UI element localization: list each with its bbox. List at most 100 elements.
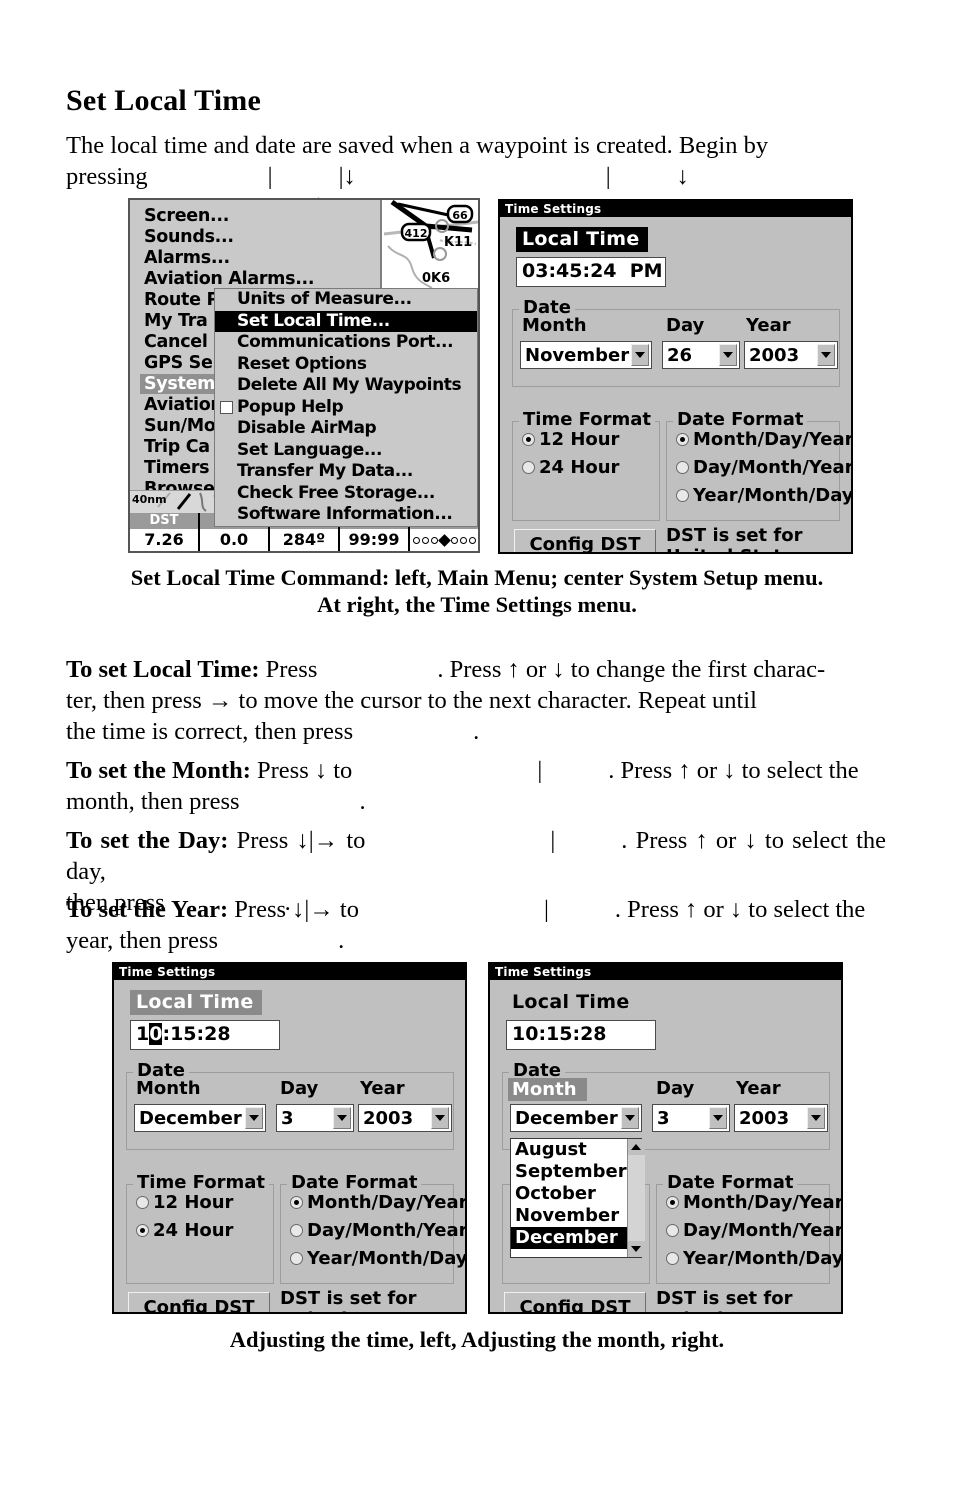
date-format-option-mdy-3[interactable]: Month/Day/Year	[666, 1192, 841, 1213]
menu-item-screen[interactable]: Screen...	[144, 206, 229, 226]
month-dropdown-scrollbar[interactable]	[626, 1139, 645, 1257]
radio-icon[interactable]	[522, 433, 535, 446]
time-settings-screenshot-1: Time Settings Local Time 03:45:24 PM Dat…	[498, 199, 853, 554]
radio-icon[interactable]	[290, 1224, 303, 1237]
month-dropdown-list[interactable]: August September October November Decemb…	[510, 1138, 645, 1258]
instruction-year-bar: |	[544, 896, 549, 923]
menu-item-route-planning[interactable]: Route P	[144, 290, 219, 310]
month-combo-value-2: December	[139, 1107, 242, 1129]
chevron-down-icon[interactable]	[817, 344, 835, 366]
radio-icon[interactable]	[290, 1196, 303, 1209]
intro-arrow2: ↓	[676, 163, 689, 190]
chevron-down-icon[interactable]	[245, 1107, 263, 1129]
day-combo-value-1: 26	[667, 344, 693, 366]
menu-item-aviation-alarms[interactable]: Aviation Alarms...	[144, 269, 315, 289]
month-option-november[interactable]: November	[511, 1205, 627, 1227]
popup-help-checkbox[interactable]	[220, 400, 233, 414]
radio-icon[interactable]	[136, 1224, 149, 1237]
menu-item-gps-setup[interactable]: GPS Se	[144, 353, 213, 373]
radio-icon[interactable]	[290, 1252, 303, 1265]
data-cell-dst: DST 7.26	[130, 513, 200, 551]
submenu-item-units-of-measure[interactable]: Units of Measure...	[215, 289, 477, 311]
svg-text:66: 66	[452, 209, 468, 222]
date-format-option-ymd-1[interactable]: Year/Month/Day	[676, 485, 851, 506]
radio-icon[interactable]	[676, 461, 689, 474]
date-format-option-dmy-2[interactable]: Day/Month/Year	[290, 1220, 465, 1241]
date-format-option-dmy-3[interactable]: Day/Month/Year	[666, 1220, 841, 1241]
day-combo-3[interactable]: 3	[652, 1104, 730, 1132]
radio-icon[interactable]	[522, 461, 535, 474]
scrollbar-track[interactable]	[627, 1155, 645, 1241]
scroll-down-arrow-icon[interactable]	[627, 1241, 645, 1257]
date-format-option-mdy-1[interactable]: Month/Day/Year	[676, 429, 851, 450]
menu-item-alarms[interactable]: Alarms...	[144, 248, 230, 268]
chevron-down-icon[interactable]	[807, 1107, 825, 1129]
menu-item-sounds[interactable]: Sounds...	[144, 227, 234, 247]
day-combo-2[interactable]: 3	[276, 1104, 354, 1132]
date-format-option-ymd-3[interactable]: Year/Month/Day	[666, 1248, 841, 1269]
month-option-september[interactable]: September	[511, 1161, 627, 1183]
submenu-item-set-language[interactable]: Set Language...	[215, 440, 477, 462]
time-format-option-12h-2[interactable]: 12 Hour	[136, 1192, 233, 1213]
year-combo-1[interactable]: 2003	[744, 341, 838, 369]
figure-1-caption-line1: Set Local Time Command: left, Main Menu;…	[130, 565, 824, 590]
radio-icon[interactable]	[666, 1252, 679, 1265]
year-combo-2[interactable]: 2003	[358, 1104, 452, 1132]
date-format-option-dmy-1[interactable]: Day/Month/Year	[676, 457, 853, 478]
time-format-option-12h-1[interactable]: 12 Hour	[522, 429, 619, 450]
time-format-option-24h-2[interactable]: 24 Hour	[136, 1220, 233, 1241]
menu-item-cancel[interactable]: Cancel	[144, 332, 208, 352]
month-label-1: Month	[522, 315, 587, 336]
local-time-field-1[interactable]: 03:45:24 PM	[516, 257, 666, 287]
month-option-october[interactable]: October	[511, 1183, 627, 1205]
date-format-option-mdy-2[interactable]: Month/Day/Year	[290, 1192, 465, 1213]
radio-icon[interactable]	[666, 1196, 679, 1209]
radio-icon[interactable]	[136, 1196, 149, 1209]
submenu-item-popup-help[interactable]: Popup Help	[215, 397, 477, 419]
chevron-down-icon[interactable]	[621, 1107, 639, 1129]
local-time-field-2[interactable]: 10:15:28	[130, 1020, 280, 1050]
day-combo-1[interactable]: 26	[662, 341, 740, 369]
menu-item-system-setup[interactable]: System	[140, 374, 220, 394]
month-option-august[interactable]: August	[511, 1139, 627, 1161]
config-dst-button-2[interactable]: Config DST	[128, 1292, 270, 1312]
submenu-item-set-local-time[interactable]: Set Local Time...	[215, 310, 477, 332]
menu-item-trip-calculator[interactable]: Trip Ca	[144, 437, 210, 457]
menu-item-timers[interactable]: Timers	[144, 458, 210, 478]
month-option-december[interactable]: December	[511, 1227, 627, 1249]
scroll-up-arrow-icon[interactable]	[627, 1139, 645, 1155]
chevron-down-icon[interactable]	[431, 1107, 449, 1129]
submenu-item-disable-airmap[interactable]: Disable AirMap	[215, 418, 477, 440]
chevron-down-icon[interactable]	[719, 344, 737, 366]
submenu-item-transfer-my-data[interactable]: Transfer My Data...	[215, 461, 477, 483]
config-dst-button-3[interactable]: Config DST	[504, 1292, 646, 1312]
menu-item-sun-moon[interactable]: Sun/Mo	[144, 416, 216, 436]
chevron-down-icon[interactable]	[333, 1107, 351, 1129]
radio-icon[interactable]	[666, 1224, 679, 1237]
time-format-option-24h-label-1: 24 Hour	[539, 457, 620, 478]
submenu-item-communications-port[interactable]: Communications Port...	[215, 332, 477, 354]
submenu-item-reset-options[interactable]: Reset Options	[215, 354, 477, 376]
month-combo-1[interactable]: November	[520, 341, 652, 369]
chevron-down-icon[interactable]	[631, 344, 649, 366]
config-dst-button-1[interactable]: Config DST	[514, 529, 656, 552]
date-format-option-ymd-label-2: Year/Month/Day	[307, 1248, 467, 1269]
year-combo-3[interactable]: 2003	[734, 1104, 828, 1132]
radio-icon[interactable]	[676, 489, 689, 502]
menu-item-my-trails[interactable]: My Tra	[144, 311, 208, 331]
radio-icon[interactable]	[676, 433, 689, 446]
time-format-label-2: Time Format	[133, 1172, 269, 1193]
date-format-option-ymd-2[interactable]: Year/Month/Day	[290, 1248, 467, 1269]
month-combo-3[interactable]: December	[510, 1104, 642, 1132]
local-time-field-3[interactable]: 10:15:28	[506, 1020, 656, 1050]
date-format-option-dmy-label-1: Day/Month/Year	[693, 457, 853, 478]
instruction-year-t1: Press ↓|→ to	[234, 896, 359, 923]
instruction-year-t2: . Press ↑ or ↓ to select the	[614, 896, 866, 923]
submenu-item-software-information[interactable]: Software Information...	[215, 504, 477, 526]
submenu-item-check-free-storage[interactable]: Check Free Storage...	[215, 483, 477, 505]
chevron-down-icon[interactable]	[709, 1107, 727, 1129]
time-format-option-24h-1[interactable]: 24 Hour	[522, 457, 619, 478]
month-combo-2[interactable]: December	[134, 1104, 266, 1132]
submenu-item-delete-all-waypoints[interactable]: Delete All My Waypoints	[215, 375, 477, 397]
menu-item-aviation[interactable]: Aviation	[144, 395, 223, 415]
